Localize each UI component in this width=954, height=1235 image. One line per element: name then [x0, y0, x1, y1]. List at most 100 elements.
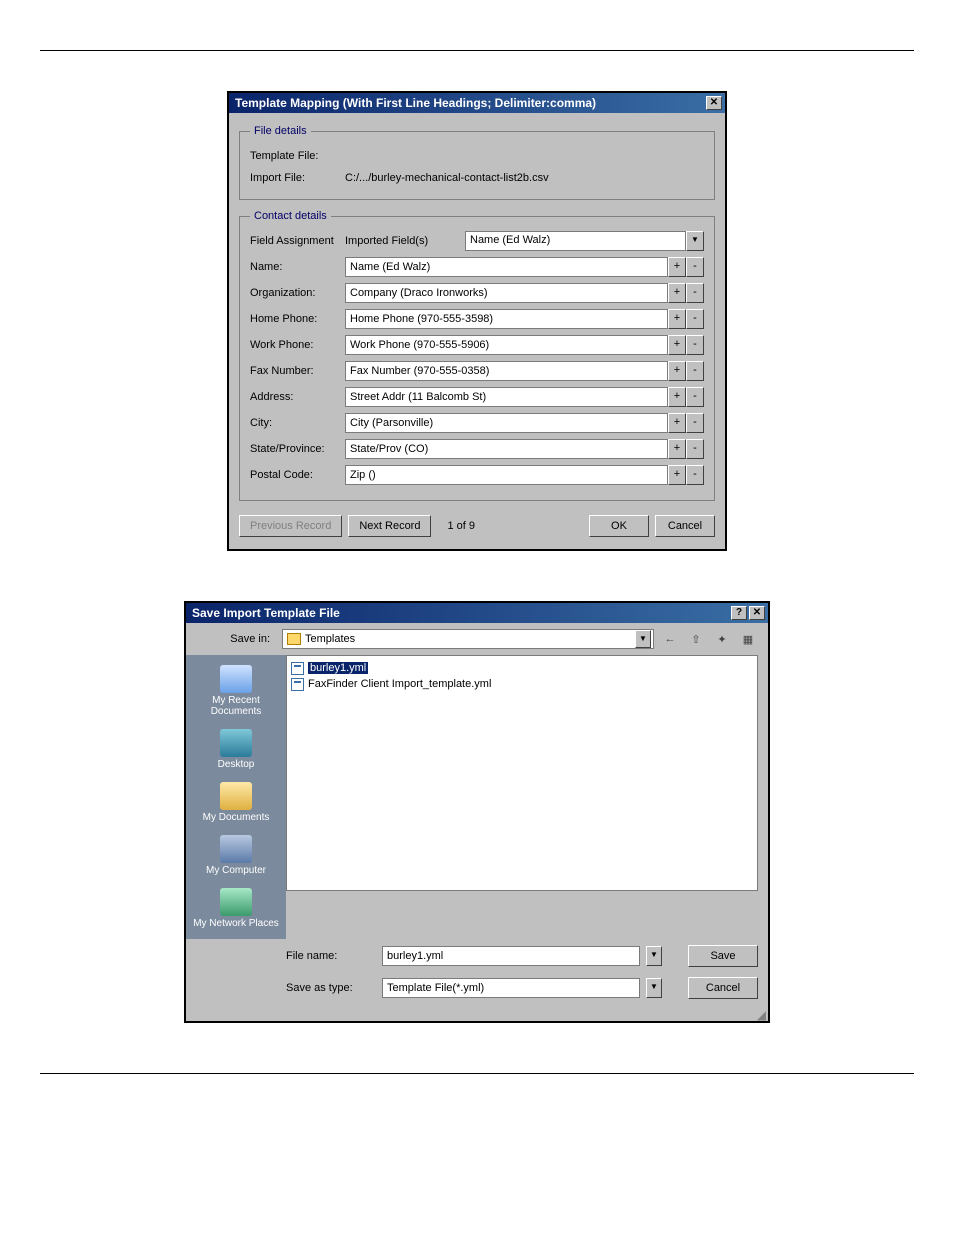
chevron-down-icon[interactable]: ▼ [646, 978, 662, 998]
page-rule-top [40, 50, 914, 51]
mapping-input[interactable] [345, 361, 668, 381]
save-file-title: Save Import Template File [192, 606, 729, 620]
new-folder-icon[interactable]: ✦ [712, 629, 732, 649]
filename-input[interactable] [382, 946, 640, 966]
minus-icon[interactable]: - [686, 387, 704, 407]
chevron-down-icon[interactable]: ▼ [635, 630, 651, 648]
save-as-type-select[interactable] [382, 978, 640, 998]
minus-icon[interactable]: - [686, 413, 704, 433]
plus-icon[interactable]: + [668, 465, 686, 485]
recent-icon [220, 665, 252, 693]
file-item[interactable]: FaxFinder Client Import_template.yml [291, 676, 753, 692]
file-item-label: FaxFinder Client Import_template.yml [308, 678, 491, 690]
ok-button[interactable]: OK [589, 515, 649, 537]
save-in-label: Save in: [196, 633, 276, 645]
cancel-button[interactable]: Cancel [655, 515, 715, 537]
plus-icon[interactable]: + [668, 439, 686, 459]
places-item-label: My Computer [191, 865, 281, 876]
plus-icon[interactable]: + [668, 257, 686, 277]
places-item-label: Desktop [191, 759, 281, 770]
save-as-type-label: Save as type: [286, 982, 376, 994]
template-mapping-footer: Previous Record Next Record 1 of 9 OK Ca… [239, 511, 715, 537]
imported-fields-select[interactable]: Name (Ed Walz) [465, 231, 686, 251]
plus-icon[interactable]: + [668, 335, 686, 355]
desktop-icon [220, 729, 252, 757]
close-icon[interactable]: ✕ [706, 96, 722, 110]
save-file-titlebar[interactable]: Save Import Template File ? ✕ [186, 603, 768, 623]
minus-icon[interactable]: - [686, 257, 704, 277]
comp-icon [220, 835, 252, 863]
plus-icon[interactable]: + [668, 413, 686, 433]
save-in-value: Templates [305, 633, 635, 645]
minus-icon[interactable]: - [686, 283, 704, 303]
docs-icon [220, 782, 252, 810]
mapping-input[interactable] [345, 335, 668, 355]
minus-icon[interactable]: - [686, 335, 704, 355]
previous-record-button[interactable]: Previous Record [239, 515, 342, 537]
page-rule-bottom [40, 1073, 914, 1103]
mapping-input[interactable] [345, 387, 668, 407]
chevron-down-icon[interactable]: ▼ [646, 946, 662, 966]
mapping-row: City: +- [250, 412, 704, 434]
minus-icon[interactable]: - [686, 439, 704, 459]
save-button[interactable]: Save [688, 945, 758, 967]
minus-icon[interactable]: - [686, 465, 704, 485]
template-mapping-dialog: Template Mapping (With First Line Headin… [227, 91, 727, 551]
file-item-label: burley1.yml [308, 662, 368, 674]
chevron-down-icon[interactable]: ▼ [686, 231, 704, 251]
file-icon [291, 678, 304, 691]
plus-icon[interactable]: + [668, 283, 686, 303]
close-icon[interactable]: ✕ [749, 606, 765, 620]
file-details-group: File details Template File: Import File:… [239, 125, 715, 200]
places-item-label: My Recent Documents [191, 695, 281, 717]
resize-grip-icon[interactable]: ◢ [186, 1011, 768, 1021]
plus-icon[interactable]: + [668, 361, 686, 381]
mapping-input[interactable] [345, 413, 668, 433]
up-one-level-icon[interactable]: ⇧ [686, 629, 706, 649]
file-icon [291, 662, 304, 675]
places-bar: My Recent Documents Desktop My Documents My… [186, 655, 286, 939]
next-record-button[interactable]: Next Record [348, 515, 431, 537]
minus-icon[interactable]: - [686, 309, 704, 329]
mapping-row: Address: +- [250, 386, 704, 408]
mapping-input[interactable] [345, 465, 668, 485]
places-item[interactable]: Desktop [191, 725, 281, 774]
mapping-label: City: [250, 417, 345, 429]
help-icon[interactable]: ? [731, 606, 747, 620]
places-item[interactable]: My Recent Documents [191, 661, 281, 721]
mapping-label: Address: [250, 391, 345, 403]
template-mapping-titlebar[interactable]: Template Mapping (With First Line Headin… [229, 93, 725, 113]
net-icon [220, 888, 252, 916]
template-file-label: Template File: [250, 150, 345, 162]
mapping-row: Organization: +- [250, 282, 704, 304]
back-icon[interactable]: ← [660, 629, 680, 649]
places-item[interactable]: My Computer [191, 831, 281, 880]
mapping-input[interactable] [345, 309, 668, 329]
import-file-value: C:/.../burley-mechanical-contact-list2b.… [345, 172, 704, 184]
mapping-input[interactable] [345, 283, 668, 303]
file-list-pane[interactable]: burley1.yml FaxFinder Client Import_templ… [286, 655, 758, 891]
mapping-label: State/Province: [250, 443, 345, 455]
mapping-input[interactable] [345, 439, 668, 459]
mapping-row: Name: +- [250, 256, 704, 278]
filename-label: File name: [286, 950, 376, 962]
import-file-label: Import File: [250, 172, 345, 184]
save-in-select[interactable]: Templates ▼ [282, 629, 654, 649]
views-icon[interactable]: ▦ [738, 629, 758, 649]
file-item[interactable]: burley1.yml [291, 660, 753, 676]
mapping-row: Fax Number: +- [250, 360, 704, 382]
plus-icon[interactable]: + [668, 387, 686, 407]
mapping-label: Fax Number: [250, 365, 345, 377]
places-item[interactable]: My Network Places [191, 884, 281, 933]
cancel-button[interactable]: Cancel [688, 977, 758, 999]
plus-icon[interactable]: + [668, 309, 686, 329]
mapping-label: Name: [250, 261, 345, 273]
save-file-dialog: Save Import Template File ? ✕ Save in: T… [184, 601, 770, 1023]
field-assignment-label: Field Assignment [250, 235, 345, 247]
mapping-row: Work Phone:+- [250, 334, 704, 356]
mapping-label: Organization: [250, 287, 345, 299]
record-counter: 1 of 9 [447, 520, 475, 532]
mapping-input[interactable] [345, 257, 668, 277]
places-item[interactable]: My Documents [191, 778, 281, 827]
minus-icon[interactable]: - [686, 361, 704, 381]
